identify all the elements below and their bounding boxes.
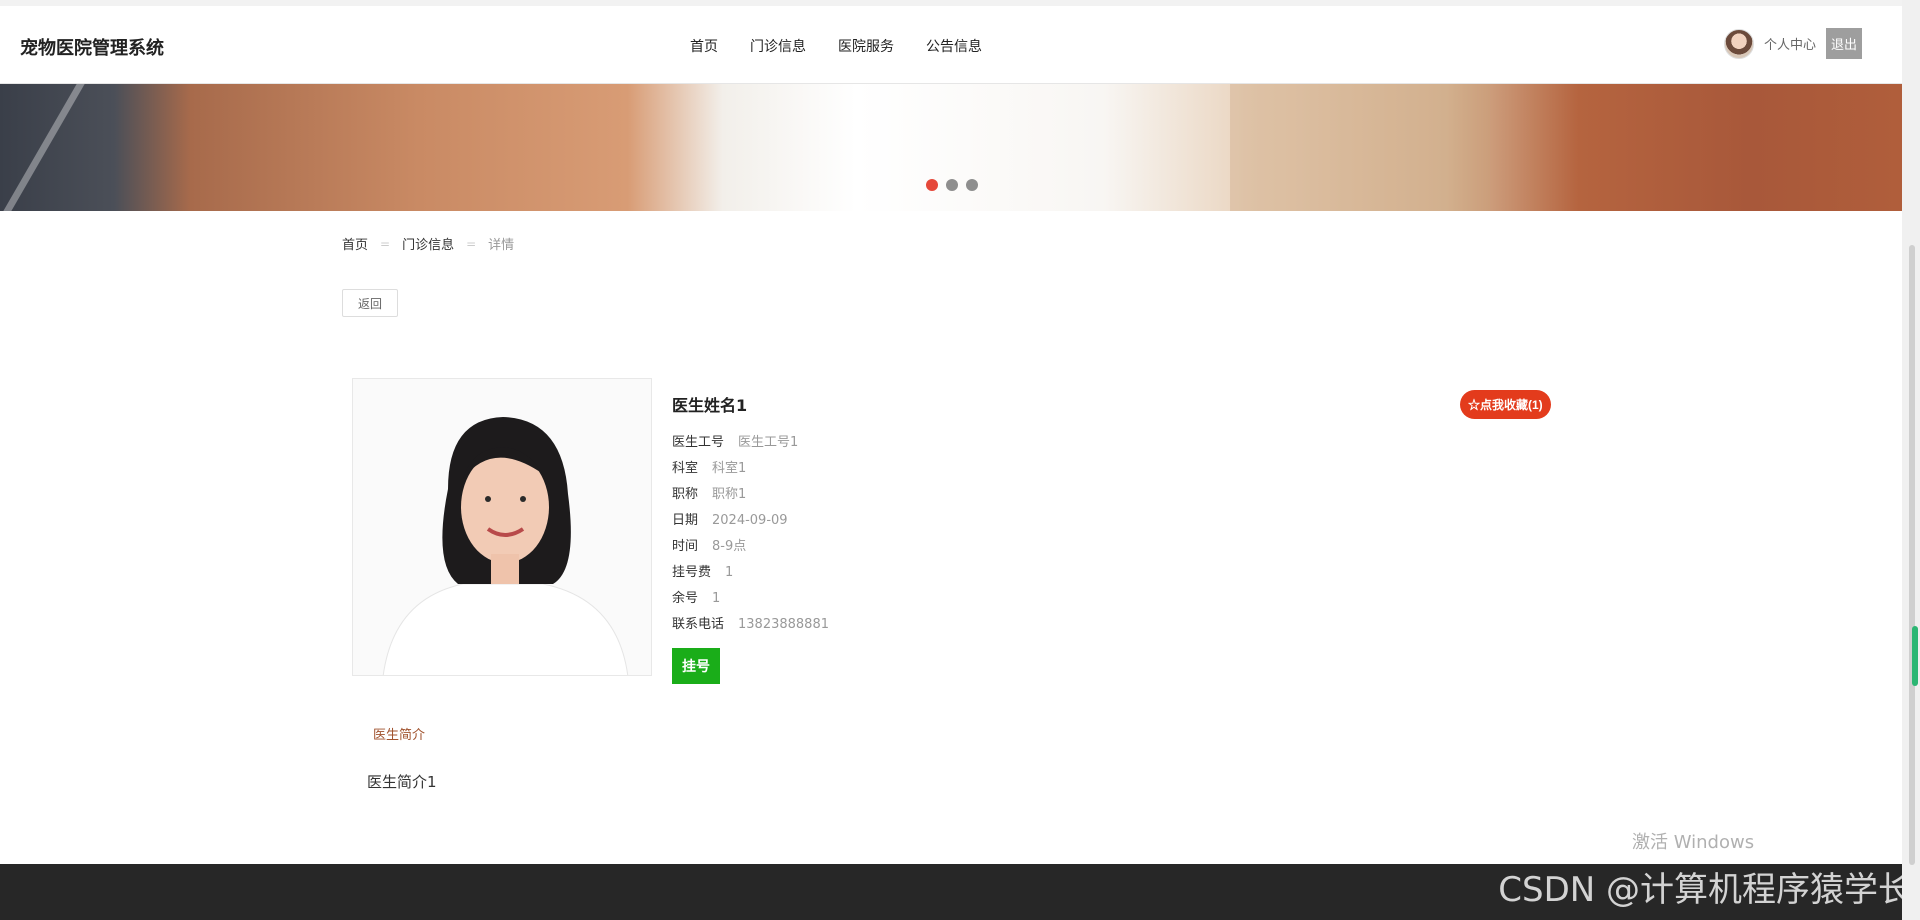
main-nav: 首页 门诊信息 医院服务 公告信息	[690, 36, 1014, 56]
scrollbar-thumb[interactable]	[1909, 245, 1915, 865]
windows-activation-notice: 激活 Windows	[1632, 832, 1755, 853]
breadcrumb-separator: =	[380, 236, 391, 251]
doctor-photo	[352, 378, 652, 676]
logout-button[interactable]: 退出	[1825, 28, 1862, 59]
banner-decoration	[3, 84, 85, 211]
nav-home[interactable]: 首页	[690, 36, 718, 56]
carousel-dot[interactable]	[946, 179, 958, 191]
info-row-title: 职称 职称1	[672, 487, 747, 502]
nav-hospital-service[interactable]: 医院服务	[838, 36, 894, 56]
info-row-phone: 联系电话 13823888881	[672, 617, 829, 632]
user-center-link[interactable]: 个人中心	[1764, 34, 1816, 53]
favorite-button[interactable]: ☆点我收藏(1)	[1460, 390, 1551, 419]
breadcrumb-current: 详情	[488, 238, 515, 253]
site-brand[interactable]: 宠物医院管理系统	[20, 34, 164, 60]
info-row-department: 科室 科室1	[672, 461, 747, 476]
banner-decoration	[1230, 84, 1490, 211]
doctor-info: 医生姓名1 医生工号 医生工号1 科室 科室1 职称 职称1 日期 2024-09-09…	[672, 392, 829, 684]
csdn-watermark: CSDN @计算机程序猿学长	[1498, 870, 1912, 910]
breadcrumb-section[interactable]: 门诊信息	[402, 234, 454, 253]
user-area: 个人中心 退出	[1723, 28, 1862, 59]
carousel-dot[interactable]	[926, 179, 938, 191]
banner-carousel	[0, 84, 1902, 211]
carousel-dot[interactable]	[966, 179, 978, 191]
nav-announcements[interactable]: 公告信息	[926, 36, 982, 56]
tab-doctor-intro[interactable]: 医生简介	[373, 724, 425, 743]
back-button[interactable]: 返回	[342, 289, 398, 317]
top-header: 宠物医院管理系统 首页 门诊信息 医院服务 公告信息 个人中心 退出	[0, 0, 1902, 84]
breadcrumb: 首页 = 门诊信息 = 详情	[342, 234, 515, 254]
carousel-dots	[926, 179, 978, 191]
info-row-remaining: 余号 1	[672, 591, 721, 606]
scrollbar-position-marker	[1912, 626, 1918, 686]
info-row-time: 时间 8-9点	[672, 539, 747, 554]
info-row-staff-id: 医生工号 医生工号1	[672, 435, 799, 450]
page-scrollbar[interactable]	[1902, 0, 1920, 920]
info-row-date: 日期 2024-09-09	[672, 513, 788, 528]
nav-clinic-info[interactable]: 门诊信息	[750, 36, 806, 56]
user-avatar[interactable]	[1723, 28, 1754, 59]
doctor-name: 医生姓名1	[672, 396, 748, 415]
register-button[interactable]: 挂号	[672, 648, 720, 684]
doctor-intro-text: 医生简介1	[367, 773, 437, 791]
info-row-fee: 挂号费 1	[672, 565, 734, 580]
doctor-portrait-image	[353, 379, 651, 675]
breadcrumb-home[interactable]: 首页	[342, 234, 368, 253]
breadcrumb-separator: =	[466, 236, 477, 251]
